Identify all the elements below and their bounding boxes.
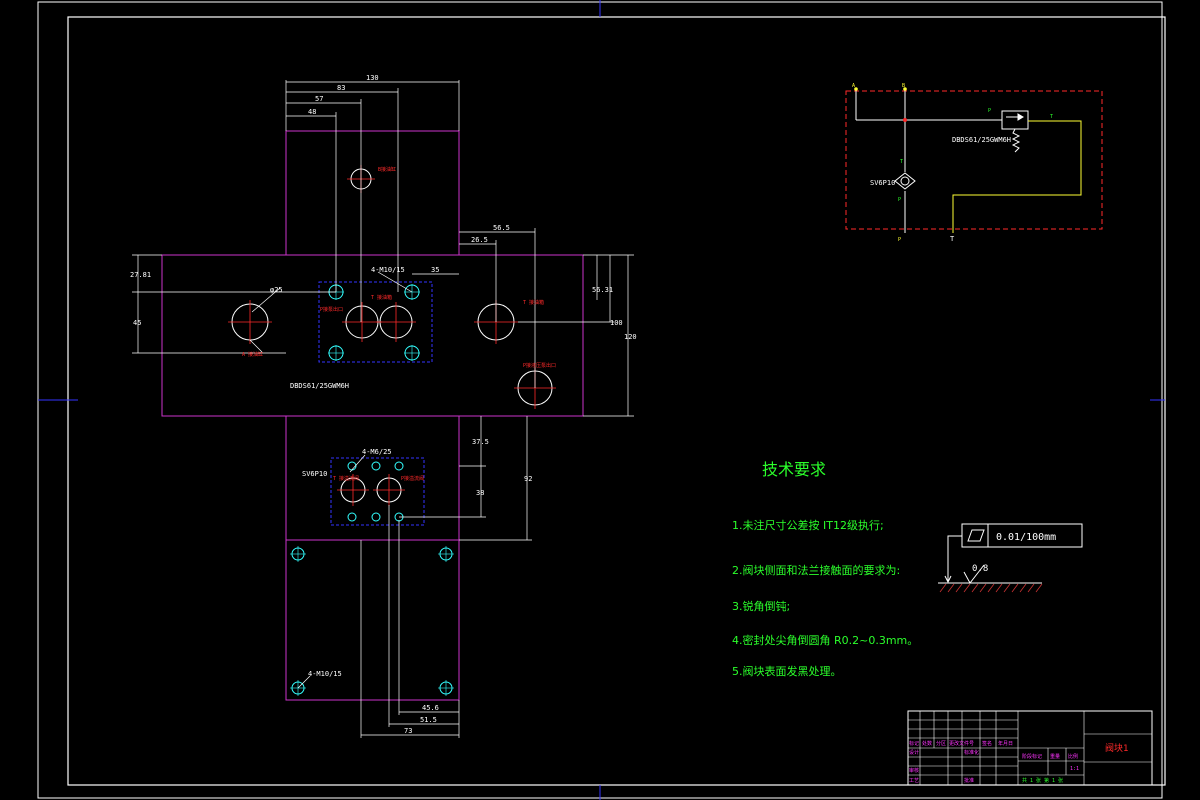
dimension-texts: 130 83 57 48 56.5 26.5 35 27.81 45 56.31… [130,74,637,735]
note-item-3: 3.锐角倒钝; [732,599,790,613]
dim-130: 130 [366,74,379,82]
bolt-label-4m10-bottom: 4-M10/15 [308,670,342,678]
tb-date: 年月日 [998,740,1013,747]
dim-565: 56.5 [493,224,510,232]
check-port-t: T [900,159,903,165]
tb-sheets: 共 1 张 第 1 张 [1022,777,1063,784]
flatness-value: 0.01/100mm [996,532,1056,543]
dim-100: 100 [610,319,623,327]
dim-120: 120 [624,333,637,341]
bolt-holes [291,284,453,695]
note-item-2: 2.阀块侧面和法兰接触面的要求为: [732,563,900,577]
port-label-b-top: B接油缸 [378,166,396,173]
tb-stage: 阶段标记 [1022,753,1042,760]
relief-port-p: P [988,108,991,114]
relief-valve-name: DBDS61/25GWM6H [952,136,1011,144]
valve-name-label: DBDS61/25GWM6H [290,382,349,390]
dim-265: 26.5 [471,236,488,244]
schematic-port-b: B [902,83,905,89]
schematic-port-t: T [950,235,955,243]
check-valve-name: SV6P10 [870,179,895,187]
cad-drawing: 130 83 57 48 56.5 26.5 35 27.81 45 56.31… [37,0,1166,800]
tb-weight: 重量 [1050,753,1060,760]
hydraulic-schematic: A B P T P T DBDS61/25GWM6H SV6P10 T P [845,83,1103,243]
junction-dot [903,118,907,122]
tolerance-symbol: 0.01/100mm 0.8 [938,523,1083,593]
tb-process: 工艺 [909,778,919,784]
tb-mark: 标记 [909,740,919,747]
inner-frame [67,16,1166,786]
dim-375: 37.5 [472,438,489,446]
port-label-t-right: T 接油箱 [523,299,544,306]
port-label-p-low: P接溢流阀 [401,475,424,482]
dim-35: 35 [431,266,439,274]
dim-phi25: φ25 [270,286,283,294]
technical-notes: 技术要求 1.未注尺寸公差按 IT12级执行; 2.阀块侧面和法兰接触面的要求为… [732,460,918,678]
notes-title: 技术要求 [762,460,826,479]
dim-5631: 56.31 [592,286,613,294]
drawing-name: 阀块1 [1105,742,1128,754]
port-label-p-right: P接液压泵出口 [523,362,556,369]
valve-short-label: SV6P10 [302,470,327,478]
dim-38: 38 [476,489,484,497]
relief-port-t: T [1050,114,1053,120]
note-item-5: 5.阀块表面发黑处理。 [732,664,842,678]
dim-2781: 27.81 [130,271,151,279]
bolt-label-4m10: 4-M10/15 [371,266,405,274]
port-label-t-low: T 接溢流阀 [333,475,359,482]
note-item-4: 4.密封处尖角倒圆角 R0.2~0.3mm。 [732,633,918,647]
port-label-a-left: A 接油缸 [242,351,263,358]
tb-scale: 比例 [1068,753,1078,760]
schematic-boundary [845,90,1103,230]
dim-57: 57 [315,95,323,103]
flatness-icon [967,529,985,542]
dim-83: 83 [337,84,345,92]
tb-count: 处数 [922,740,932,747]
tb-design: 设计 [909,749,919,756]
port-holes [231,168,553,503]
tb-approve: 批准 [964,777,974,784]
roughness-value: 0.8 [972,564,988,574]
valve-block-outline [161,130,584,701]
dim-456: 45.6 [422,704,439,712]
dimension-lines [132,80,634,738]
schematic-port-a: A [852,83,855,89]
tb-zone: 分区 [936,740,946,747]
hidden-rects [318,281,433,526]
port-label-t-mid: T 接油箱 [371,294,392,301]
title-block: 标记 处数 分区 更改文件号 签名 年月日 设计 标准化 阶段标记 重量 比例 … [907,710,1153,786]
bolt-label-4m6: 4-M6/25 [362,448,392,456]
tb-check: 审核 [909,767,919,774]
dim-73: 73 [404,727,412,735]
tb-scale-value: 1:1 [1070,766,1079,772]
dim-515: 51.5 [420,716,437,724]
bolt-crosshairs [290,284,454,696]
port-label-p-left: P接泵出口 [320,306,343,313]
dim-48: 48 [308,108,316,116]
tb-signature: 签名 [982,740,992,747]
tb-change-doc: 更改文件号 [949,740,974,747]
schematic-port-p: P [898,237,901,243]
outer-frame [37,1,1163,799]
dim-45: 45 [133,319,141,327]
note-item-1: 1.未注尺寸公差按 IT12级执行; [732,518,884,532]
tb-standard: 标准化 [964,749,979,756]
dim-92: 92 [524,475,532,483]
check-port-p: P [898,197,901,203]
center-marks [228,165,556,506]
